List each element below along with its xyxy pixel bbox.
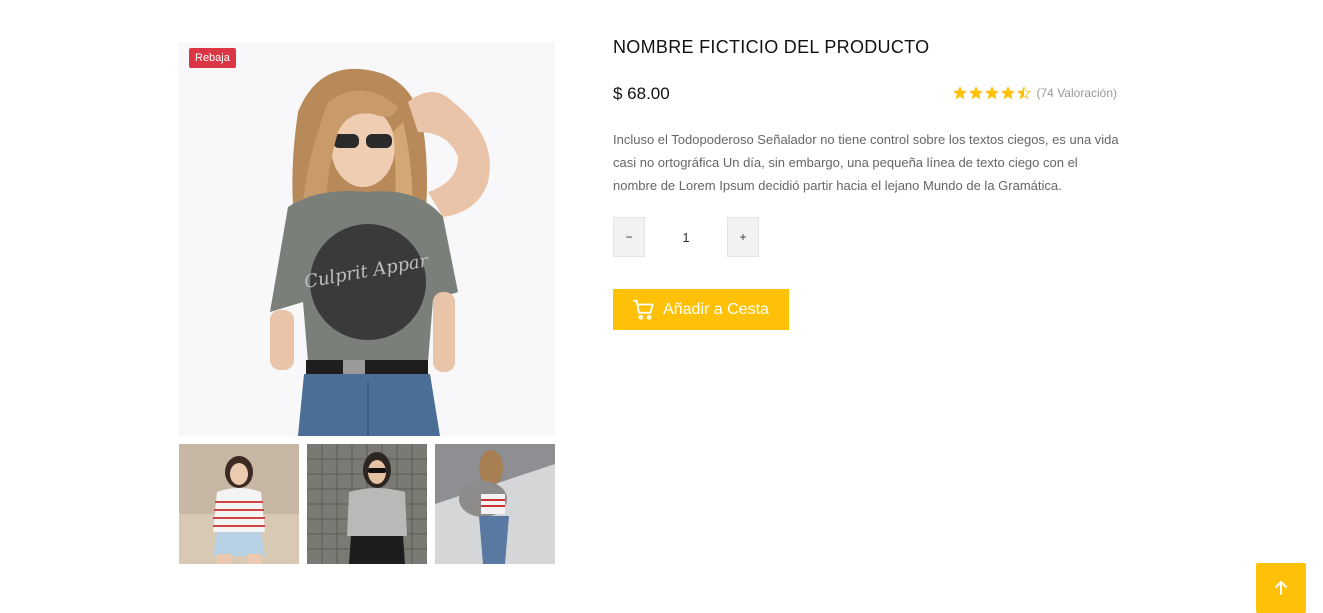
- thumbnail-2[interactable]: [307, 444, 427, 564]
- product-detail-page: Culprit Appar Rebaja NOMBRE FICTICIO DEL…: [0, 0, 1323, 613]
- thumbnail-photo-2: [307, 444, 427, 564]
- star-full-icon: [984, 86, 999, 100]
- thumbnail-3[interactable]: [435, 444, 555, 564]
- product-description: Incluso el Todopoderoso Señalador no tie…: [613, 132, 1119, 193]
- sale-badge: Rebaja: [189, 48, 236, 68]
- star-half-icon: [1016, 86, 1031, 100]
- rating-stars: [952, 86, 1031, 100]
- star-full-icon: [1000, 86, 1015, 100]
- product-title: NOMBRE FICTICIO DEL PRODUCTO: [613, 37, 930, 57]
- cart-icon: [633, 299, 655, 321]
- thumbnail-photo-1: [179, 444, 299, 564]
- thumbnail-photo-3: [435, 444, 555, 564]
- arrow-up-icon: [1273, 580, 1289, 596]
- product-rating: (74 Valoración): [952, 86, 1117, 100]
- add-to-cart-label: Añadir a Cesta: [663, 300, 769, 318]
- quantity-decrease-button[interactable]: −: [613, 217, 645, 257]
- model-photo: Culprit Appar: [178, 42, 555, 436]
- star-full-icon: [968, 86, 983, 100]
- quantity-input[interactable]: [645, 217, 727, 257]
- rating-count: (74 Valoración): [1036, 86, 1117, 100]
- product-price: $ 68.00: [613, 84, 670, 103]
- main-product-image[interactable]: Culprit Appar: [178, 42, 555, 436]
- star-full-icon: [952, 86, 967, 100]
- quantity-increase-button[interactable]: +: [727, 217, 759, 257]
- add-to-cart-button[interactable]: Añadir a Cesta: [613, 289, 789, 330]
- thumbnail-1[interactable]: [179, 444, 299, 564]
- back-to-top-button[interactable]: [1256, 563, 1306, 613]
